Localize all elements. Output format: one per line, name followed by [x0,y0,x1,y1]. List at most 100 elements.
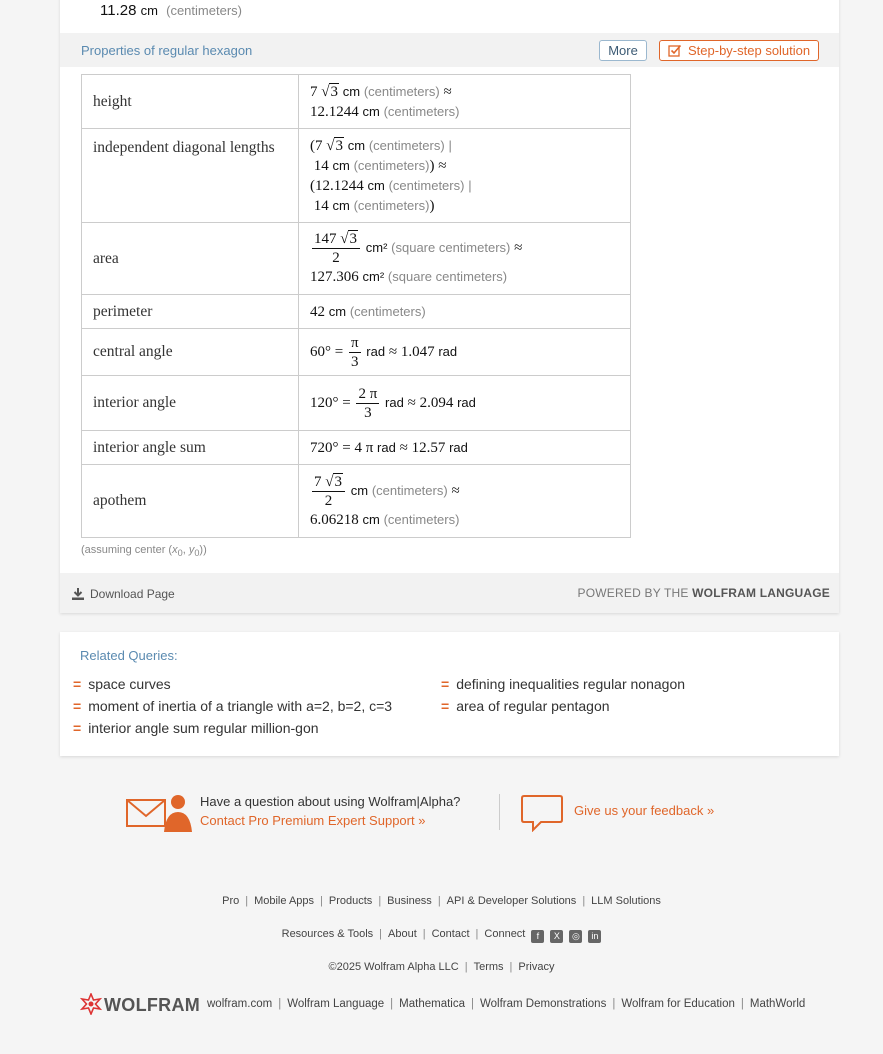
unit-note: (centimeters) [371,482,448,498]
footer-link-terms[interactable]: Terms [474,961,504,973]
approx-value: 12.1244 [315,177,364,194]
divider [499,794,500,830]
download-label: Download Page [90,587,175,601]
value: 14 [313,157,329,174]
numerator: π [348,334,361,353]
contact-support-link[interactable]: Contact Pro Premium Expert Support » [200,813,425,828]
pod-footer: Download Page POWERED BY THE WOLFRAM LAN… [60,573,839,613]
footer-link-business[interactable]: Business [387,895,432,907]
row-value-apothem: 7 √3 2 cm (centimeters) ≈ 6.06218 cm (cen… [298,464,631,538]
footer-link-products[interactable]: Products [329,895,372,907]
support-section: Have a question about using Wolfram|Alph… [0,790,883,836]
footer-link-about[interactable]: About [388,928,417,940]
wolfram-wordmark: WOLFRAM [104,995,201,1015]
row-label-perimeter: perimeter [81,294,299,329]
fraction: 147 √3 2 [312,230,360,267]
related-query-item[interactable]: = interior angle sum regular million-gon [73,720,319,736]
site-link[interactable]: Wolfram Language [287,998,384,1010]
unit: rad [385,394,404,410]
unit: cm [342,83,361,99]
related-query-item[interactable]: = area of regular pentagon [441,698,610,714]
speech-bubble-icon [521,795,563,832]
approx-value: 127.306 [310,269,359,285]
unit-note: (centimeters) [353,157,430,173]
unit: cm [328,303,347,319]
related-query-item[interactable]: = defining inequalities regular nonagon [441,676,685,692]
linkedin-icon[interactable]: in [588,930,602,943]
related-query-item[interactable]: = moment of inertia of a triangle with a=… [73,698,392,714]
assumption-suffix: )) [199,544,207,556]
wolfram-logo[interactable]: WOLFRAM [79,991,201,1017]
assumption-prefix: (assuming center ( [81,544,173,556]
sqrt-symbol: √3 [325,472,343,490]
unit: rad [366,343,386,359]
footer-link-pro[interactable]: Pro [222,895,239,907]
approx-value: 1.047 [400,343,435,360]
value: 42 [310,303,325,320]
site-link[interactable]: MathWorld [750,998,805,1010]
related-queries: Related Queries: = space curves = defining… [60,632,839,756]
coef: 7 [315,137,323,154]
footer-link-api[interactable]: API & Developer Solutions [447,895,577,907]
unit: cm² [362,269,385,284]
related-title: Related Queries: [80,648,178,663]
footer-link-mobile-apps[interactable]: Mobile Apps [254,895,314,907]
related-query-label: area of regular pentagon [456,698,610,714]
row-value-central-angle: 60° = π3 rad ≈ 1.047 rad [298,328,631,376]
fraction: 2 π3 [356,385,380,422]
approx-value: 6.06218 [310,511,359,528]
properties-table: height 7 √3 cm (centimeters) ≈ 12.1244 c… [81,74,631,538]
powered-by[interactable]: POWERED BY THE WOLFRAM LANGUAGE [578,586,830,600]
step-by-step-button[interactable]: Step-by-step solution [659,40,819,61]
site-link[interactable]: Mathematica [399,998,465,1010]
footer-link-contact[interactable]: Contact [432,928,470,940]
denominator: 2 [324,492,333,509]
footer-links-row3: ©2025 Wolfram Alpha LLC | Terms | Privacy [328,961,555,973]
degrees: 60° [310,343,331,360]
powered-brand: WOLFRAM LANGUAGE [692,586,830,600]
instagram-icon[interactable]: ◎ [569,930,583,943]
prev-unit: cm [140,3,158,18]
table-row: perimeter 42 cm (centimeters) [81,294,631,329]
facebook-icon[interactable]: f [531,930,545,943]
denominator: 3 [351,353,359,370]
row-value-diagonals: (7 √3 cm (centimeters) | 14 cm (centimet… [298,128,631,223]
site-link[interactable]: wolfram.com [207,998,272,1010]
radicand: 3 [348,230,358,247]
unit: rad [449,439,468,455]
row-label-interior-angle-sum: interior angle sum [81,430,299,465]
pod-header: Properties of regular hexagon More Step-… [60,33,839,67]
denominator: 3 [364,404,372,421]
site-link[interactable]: Wolfram Demonstrations [480,998,606,1010]
prev-value: 11.28 [100,2,137,19]
unit: cm [347,137,366,153]
download-page-link[interactable]: Download Page [72,587,175,601]
site-link[interactable]: Wolfram for Education [621,998,735,1010]
sqrt-symbol: √3 [340,230,358,247]
checkbox-edit-icon [668,43,682,62]
approx-value: 12.57 [411,439,446,456]
spikey-icon [79,991,103,1017]
x-icon[interactable]: X [550,930,564,943]
wolfram-footer: WOLFRAM wolfram.com | Wolfram Language | Mat… [79,991,820,1019]
radicand: 3 [334,136,344,154]
related-query-item[interactable]: = space curves [73,676,171,692]
unit-note: (centimeters) [383,103,460,119]
footer-links-row2: Resources & Tools | About | Contact | Connect f… [0,928,883,943]
more-button[interactable]: More [599,40,647,61]
row-label-diagonals: independent diagonal lengths [81,128,299,223]
fraction: π3 [348,334,361,371]
footer-link-llm[interactable]: LLM Solutions [591,895,661,907]
related-query-label: moment of inertia of a triangle with a=2… [88,698,393,714]
feedback-link[interactable]: Give us your feedback » [574,803,714,818]
footer-link-resources[interactable]: Resources & Tools [282,928,374,940]
previous-result: 11.28 cm (centimeters) [100,2,242,19]
approx-value: 14 [313,197,329,214]
table-row: independent diagonal lengths (7 √3 cm (c… [81,128,631,223]
approx-value: 2.094 [419,394,454,411]
row-label-interior-angle: interior angle [81,375,299,431]
related-query-label: defining inequalities regular nonagon [456,676,686,692]
footer-link-privacy[interactable]: Privacy [518,961,554,973]
support-question: Have a question about using Wolfram|Alph… [200,794,461,809]
unit: cm [332,197,350,213]
